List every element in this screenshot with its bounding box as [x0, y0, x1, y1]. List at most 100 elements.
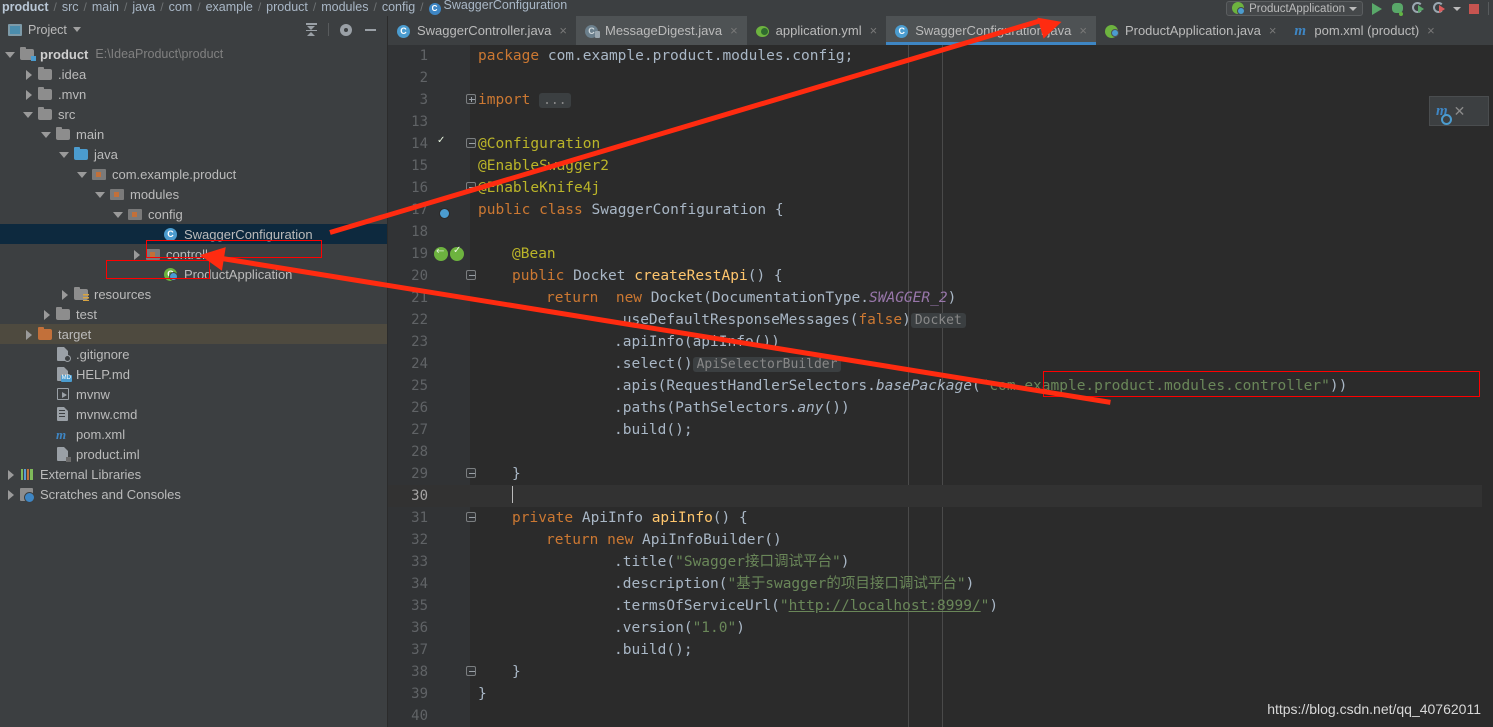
chevron-down-icon[interactable] [113, 210, 123, 219]
project-tree[interactable]: product E:\IdeaProduct\product .idea .mvn sr… [0, 43, 387, 727]
tree-node--gitignore[interactable]: .gitignore [0, 344, 387, 364]
tree-node-help-md[interactable]: MD HELP.md [0, 364, 387, 384]
fold-minus-icon[interactable] [466, 265, 478, 287]
tree-node-com-example-product[interactable]: com.example.product [0, 164, 387, 184]
chevron-down-icon[interactable] [5, 50, 15, 59]
tree-node-config[interactable]: config [0, 204, 387, 224]
chevron-right-icon[interactable] [60, 289, 69, 300]
line-number[interactable]: 26 [388, 397, 428, 419]
tree-node-main[interactable]: main [0, 124, 387, 144]
line-number[interactable]: 37 [388, 639, 428, 661]
stop-icon[interactable] [1467, 1, 1482, 16]
chevron-down-icon[interactable] [41, 130, 51, 139]
line-number[interactable]: 15 [388, 155, 428, 177]
tree-node-test[interactable]: test [0, 304, 387, 324]
breadcrumb-item-swaggerconfiguration[interactable]: C SwaggerConfiguration [428, 0, 567, 15]
breadcrumb-item-main[interactable]: main [92, 0, 119, 14]
profile-icon[interactable] [1432, 1, 1447, 16]
tree-node-resources[interactable]: resources [0, 284, 387, 304]
line-number[interactable]: 30 [388, 485, 428, 507]
tree-node--mvn[interactable]: .mvn [0, 84, 387, 104]
project-view-chevron-down-icon[interactable] [72, 27, 81, 32]
line-number[interactable]: 23 [388, 331, 428, 353]
close-icon[interactable]: × [730, 23, 738, 38]
breadcrumb-item-product[interactable]: product [266, 0, 308, 14]
tree-node-controller[interactable]: controller [0, 244, 387, 264]
settings-gear-icon[interactable] [339, 23, 353, 37]
line-number[interactable]: 39 [388, 683, 428, 705]
run-with-coverage-icon[interactable] [1411, 1, 1426, 16]
line-number[interactable]: 25 [388, 375, 428, 397]
gutter-leaf-back-check[interactable] [434, 245, 466, 261]
breadcrumb-item-config[interactable]: config [382, 0, 415, 14]
maven-reload-icon[interactable]: m [1436, 103, 1452, 125]
editor-tab-productapplication-java[interactable]: ProductApplication.java × [1096, 16, 1285, 45]
line-number[interactable]: 18 [388, 221, 428, 243]
line-number[interactable]: 14 [388, 133, 428, 155]
line-number[interactable]: 34 [388, 573, 428, 595]
line-number[interactable]: 1 [388, 45, 428, 67]
chevron-right-icon[interactable] [6, 469, 15, 480]
line-number[interactable]: 35 [388, 595, 428, 617]
collapse-all-icon[interactable] [305, 23, 318, 36]
editor-tab-pom-xml-product-[interactable]: m pom.xml (product) × [1285, 16, 1443, 45]
chevron-right-icon[interactable] [24, 69, 33, 80]
tree-node-modules[interactable]: modules [0, 184, 387, 204]
tree-node-mvnw[interactable]: mvnw [0, 384, 387, 404]
line-number[interactable]: 27 [388, 419, 428, 441]
line-number[interactable]: 19 [388, 243, 428, 265]
tree-node-target[interactable]: target [0, 324, 387, 344]
more-run-options-chevron-down-icon[interactable] [1453, 6, 1461, 11]
tree-node-product-iml[interactable]: product.iml [0, 444, 387, 464]
line-number[interactable]: 38 [388, 661, 428, 683]
chevron-down-icon[interactable] [1349, 6, 1357, 11]
chevron-right-icon[interactable] [132, 249, 141, 260]
line-number[interactable]: 24 [388, 353, 428, 375]
tree-node-pom-xml[interactable]: m pom.xml [0, 424, 387, 444]
run-configuration-selector[interactable]: ProductApplication [1226, 1, 1363, 16]
line-number[interactable]: 33 [388, 551, 428, 573]
close-icon[interactable]: × [1079, 23, 1087, 38]
breadcrumb-item-modules[interactable]: modules [321, 0, 368, 14]
tree-node-java[interactable]: java [0, 144, 387, 164]
close-icon[interactable]: ✕ [1454, 103, 1466, 120]
editor-tab-swaggercontroller-java[interactable]: C SwaggerController.java × [388, 16, 576, 45]
tree-node-product[interactable]: product E:\IdeaProduct\product [0, 44, 387, 64]
line-number[interactable]: 31 [388, 507, 428, 529]
line-number[interactable]: 28 [388, 441, 428, 463]
tree-node--idea[interactable]: .idea [0, 64, 387, 84]
tree-node-swaggerconfiguration[interactable]: C SwaggerConfiguration [0, 224, 387, 244]
breadcrumb-item-com[interactable]: com [169, 0, 193, 14]
chevron-down-icon[interactable] [23, 110, 33, 119]
chevron-right-icon[interactable] [24, 329, 33, 340]
maven-reload-popup[interactable]: m ✕ [1429, 96, 1489, 126]
editor-tab-bar[interactable]: C SwaggerController.java × C MessageDigest.j… [388, 16, 1493, 45]
line-number[interactable]: 29 [388, 463, 428, 485]
code-editor[interactable]: 1 package com.example.product.modules.con… [388, 45, 1493, 727]
chevron-down-icon[interactable] [95, 190, 105, 199]
close-icon[interactable]: × [1427, 23, 1435, 38]
breadcrumb-item-example[interactable]: example [206, 0, 253, 14]
gutter-leaf-check[interactable] [434, 137, 448, 151]
close-icon[interactable]: × [1269, 23, 1277, 38]
fold-plus-icon[interactable] [466, 89, 478, 111]
fold-minus-icon[interactable] [466, 133, 478, 155]
close-icon[interactable]: × [870, 23, 878, 38]
chevron-down-icon[interactable] [77, 170, 87, 179]
line-number[interactable]: 22 [388, 309, 428, 331]
debug-icon[interactable] [1390, 1, 1405, 16]
fold-minus-icon[interactable] [466, 463, 478, 485]
close-icon[interactable]: × [559, 23, 567, 38]
fold-minus-icon[interactable] [466, 661, 478, 683]
editor-tab-messagedigest-java[interactable]: C MessageDigest.java × [576, 16, 747, 45]
hide-panel-icon[interactable] [363, 23, 377, 37]
gutter-bean-icon[interactable] [434, 203, 448, 217]
tree-node-mvnw-cmd[interactable]: mvnw.cmd [0, 404, 387, 424]
line-number[interactable]: 36 [388, 617, 428, 639]
tree-node-external-libraries[interactable]: External Libraries [0, 464, 387, 484]
line-number[interactable]: 2 [388, 67, 428, 89]
line-number[interactable]: 3 [388, 89, 428, 111]
editor-tab-application-yml[interactable]: application.yml × [747, 16, 887, 45]
breadcrumb-item-src[interactable]: src [62, 0, 79, 14]
editor-tab-swaggerconfiguration-java[interactable]: C SwaggerConfiguration.java × [886, 16, 1096, 45]
